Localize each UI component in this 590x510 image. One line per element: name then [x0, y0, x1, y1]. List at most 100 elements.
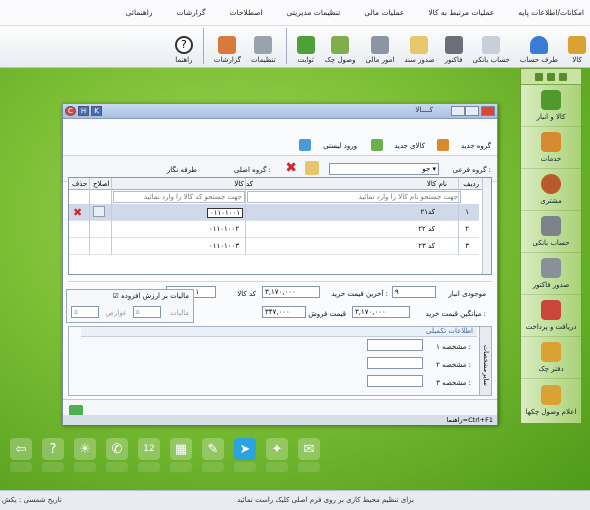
toolbar-reports-button[interactable]: گزارشات [214, 26, 241, 64]
shortcut-hint: راهنما=Ctrl+F1 [446, 416, 493, 424]
window-status: راهنما=Ctrl+F1 [63, 415, 497, 425]
tax-field[interactable]: ۵ [133, 306, 161, 318]
grid-scrollbar[interactable] [482, 178, 491, 274]
header-code: کد کالا [234, 180, 253, 188]
shortcut-panel: کالا و انبار خدمات مشتری حساب بانکی صدور… [520, 68, 582, 424]
toolbar-invoice-button[interactable]: فاکتور [444, 26, 463, 64]
panel-icon[interactable] [547, 72, 555, 81]
table-row[interactable]: ۲ کد ۲۲ ۰۱۱۰۱۰۰۲ [69, 221, 479, 238]
last-buy-field[interactable]: ۳,۱۷۰,۰۰۰ [262, 286, 320, 298]
sub-group-label: گروه فرعی : [452, 166, 491, 174]
chart-icon [218, 36, 237, 54]
tab-strip: مشخصات سایر [479, 327, 491, 395]
window-body: گروه جدید کالای جدید ورود لیستی گروه فرع… [63, 119, 497, 425]
window-titlebar[interactable]: C H K کــــالا [63, 104, 497, 119]
import-list-label[interactable]: ورود لیستی [323, 142, 357, 150]
notepad-icon[interactable]: ✎ [202, 438, 224, 472]
table-row[interactable]: ۱ کد۲۱ ۰۱۱۰۱۰۰۱ ✖ [69, 204, 479, 221]
shortcut-bank[interactable]: حساب بانکی [521, 211, 581, 253]
header-name: نام کالا [426, 180, 447, 188]
search-code-input[interactable]: جهت جستجو کد کالا را وارد نمائید [113, 191, 245, 203]
menu-item-finance[interactable]: عملیات مالی [364, 8, 404, 17]
payment-icon [541, 300, 561, 320]
settings-icon[interactable]: ✦ [266, 438, 288, 472]
customer-icon [541, 174, 561, 194]
tab-other[interactable]: سایر [482, 373, 490, 386]
shortcut-services[interactable]: خدمات [521, 127, 581, 169]
exit-icon[interactable]: ⇦ [10, 438, 32, 472]
toolbar-party-button[interactable]: طرف حساب [520, 26, 558, 64]
document-pen-icon [410, 36, 429, 54]
spec1-field[interactable] [367, 339, 423, 351]
menu-item-terms[interactable]: اصطلاحات [230, 8, 263, 17]
grid-divider [111, 178, 112, 255]
bank-icon [541, 216, 561, 236]
menu-item-admin[interactable]: تنظیمات مدیریتی [287, 8, 341, 17]
shortcut-cheque-book[interactable]: دفتر چک [521, 337, 581, 379]
row-num: ۲ [465, 225, 469, 233]
new-group-icon[interactable] [437, 139, 449, 151]
vat-title: مالیات بر ارزش افزوده [121, 292, 189, 300]
toolbar-finance-button[interactable]: امور مالی [366, 26, 394, 64]
new-item-icon[interactable] [371, 139, 383, 151]
dictionary-icon[interactable]: ✉ [298, 438, 320, 472]
row-name: کد۲۱ [420, 208, 435, 216]
new-item-label[interactable]: کالای جدید [394, 142, 425, 150]
toolbar-voucher-button[interactable]: صدور سند [404, 26, 435, 64]
menu-item-basic[interactable]: امکانات/اطلاعات پایه [518, 8, 584, 17]
weather-icon[interactable]: ☀ [74, 438, 96, 472]
window-c-button[interactable]: C [65, 106, 76, 116]
toolbar-goods-button[interactable]: کالا [568, 26, 586, 64]
shortcut-customer[interactable]: مشتری [521, 169, 581, 211]
toolbar-bank-button[interactable]: حساب بانکی [473, 26, 510, 64]
avg-buy-field[interactable]: ۳,۱۷۰,۰۰۰ [352, 306, 410, 318]
delete-row-icon[interactable]: ✖ [73, 206, 82, 219]
goods-grid: ردیف نام کالا کد کالا اصلاح حذف جهت جستج… [68, 177, 492, 275]
window-k-button[interactable]: K [91, 106, 102, 116]
window-h-button[interactable]: H [78, 106, 89, 116]
sub-group-select[interactable]: ▾ جو [329, 163, 439, 175]
shortcut-invoice[interactable]: صدور فاکتور [521, 253, 581, 295]
delete-icon[interactable]: ✖ [285, 161, 297, 175]
shortcut-cheque-notify[interactable]: اعلام وصول چکها [521, 379, 581, 421]
shortcut-warehouse[interactable]: کالا و انبار [521, 85, 581, 127]
panel-icon[interactable] [559, 72, 567, 81]
close-button[interactable] [481, 106, 495, 116]
shortcut-payment[interactable]: دریافت و پرداخت [521, 295, 581, 337]
spec3-label: مشخصه ۳ : [436, 379, 471, 387]
tax-label: مالیات [170, 309, 189, 317]
vat-checkbox[interactable]: ☑ مالیات بر ارزش افزوده [113, 292, 189, 300]
stock-field[interactable]: ۹ [392, 286, 436, 298]
grid-divider [458, 178, 459, 255]
extra-info-tabs: اطلاعات تکمیلی مشخصات سایر مشخصه ۱ : مشخ… [68, 326, 492, 396]
duty-field[interactable]: ۵ [71, 306, 99, 318]
search-name-input[interactable]: جهت جستجو نام کالا را وارد نمائید [247, 191, 461, 203]
telegram-icon[interactable]: ➤ [234, 438, 256, 472]
last-buy-label: آخرین قیمت خرید : [331, 290, 388, 298]
calendar-icon[interactable]: 12 [138, 438, 160, 472]
cheque-notify-icon [541, 384, 561, 405]
spec2-field[interactable] [367, 357, 423, 369]
panel-icon[interactable] [535, 72, 543, 81]
panel-header [521, 69, 581, 85]
edit-row-icon[interactable] [93, 206, 105, 217]
table-row[interactable]: ۳ کد ۲۳ ۰۱۱۰۱۰۰۳ [69, 238, 479, 255]
minimize-button[interactable] [451, 106, 465, 116]
phone-icon[interactable]: ✆ [106, 438, 128, 472]
help-icon[interactable]: ? [42, 438, 64, 472]
edit-icon[interactable] [305, 161, 319, 175]
calculator-icon[interactable]: ▦ [170, 438, 192, 472]
toolbar-constants-button[interactable]: ثوابت [296, 26, 315, 64]
import-list-icon[interactable] [299, 139, 311, 151]
spec3-field[interactable] [367, 375, 423, 387]
tab-specs[interactable]: مشخصات [482, 345, 490, 372]
menu-item-reports[interactable]: گزارشات [177, 8, 206, 17]
toolbar-cheque-button[interactable]: وصول چک [325, 26, 356, 64]
toolbar-settings-button[interactable]: تنظیمات [251, 26, 276, 64]
menu-item-help[interactable]: راهنمائی [126, 8, 153, 17]
maximize-button[interactable] [465, 106, 479, 116]
menu-item-goods[interactable]: عملیات مرتبط به کالا [428, 8, 494, 17]
toolbar-separator [285, 28, 287, 64]
sell-price-field[interactable]: ۳۴۷,۰۰۰ [262, 306, 306, 318]
toolbar-help-button[interactable]: ? راهنما [174, 26, 193, 64]
